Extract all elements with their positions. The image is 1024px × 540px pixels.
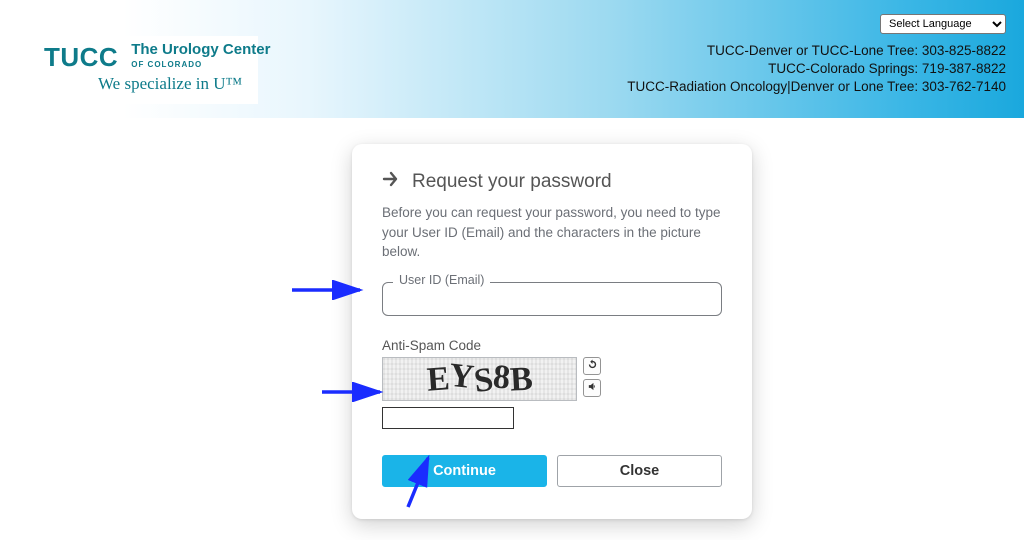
logo-tagline: We specialize in U™ xyxy=(44,74,250,94)
contact-line: TUCC-Denver or TUCC-Lone Tree: 303-825-8… xyxy=(627,42,1006,60)
userid-input[interactable] xyxy=(383,283,721,315)
captcha-audio-button[interactable] xyxy=(583,379,601,397)
contact-line: TUCC-Colorado Springs: 719-387-8822 xyxy=(627,60,1006,78)
contact-info: TUCC-Denver or TUCC-Lone Tree: 303-825-8… xyxy=(627,42,1006,97)
captcha-image: E Y S 8 B xyxy=(382,357,577,401)
userid-fieldset: User ID (Email) xyxy=(382,282,722,316)
userid-label: User ID (Email) xyxy=(393,273,490,287)
login-arrow-icon xyxy=(382,170,402,193)
contact-line: TUCC-Radiation Oncology|Denver or Lone T… xyxy=(627,78,1006,96)
continue-button[interactable]: Continue xyxy=(382,455,547,487)
refresh-icon xyxy=(587,359,598,373)
speaker-icon xyxy=(587,381,598,395)
captcha-char: B xyxy=(509,360,534,399)
card-title: Request your password xyxy=(412,171,612,193)
card-description: Before you can request your password, yo… xyxy=(382,203,722,262)
antispam-label: Anti-Spam Code xyxy=(382,338,722,353)
logo-abbr: TUCC xyxy=(44,42,118,70)
password-request-card: Request your password Before you can req… xyxy=(352,144,752,519)
header-banner: TUCC The Urology Center OF COLORADO We s… xyxy=(0,0,1024,118)
close-button[interactable]: Close xyxy=(557,455,722,487)
captcha-refresh-button[interactable] xyxy=(583,357,601,375)
language-select[interactable]: Select Language xyxy=(880,14,1006,34)
antispam-code-input[interactable] xyxy=(382,407,514,429)
logo-name-line2: OF COLORADO xyxy=(131,60,270,69)
logo-name-line1: The Urology Center xyxy=(131,42,270,58)
brand-logo: TUCC The Urology Center OF COLORADO We s… xyxy=(36,36,258,104)
